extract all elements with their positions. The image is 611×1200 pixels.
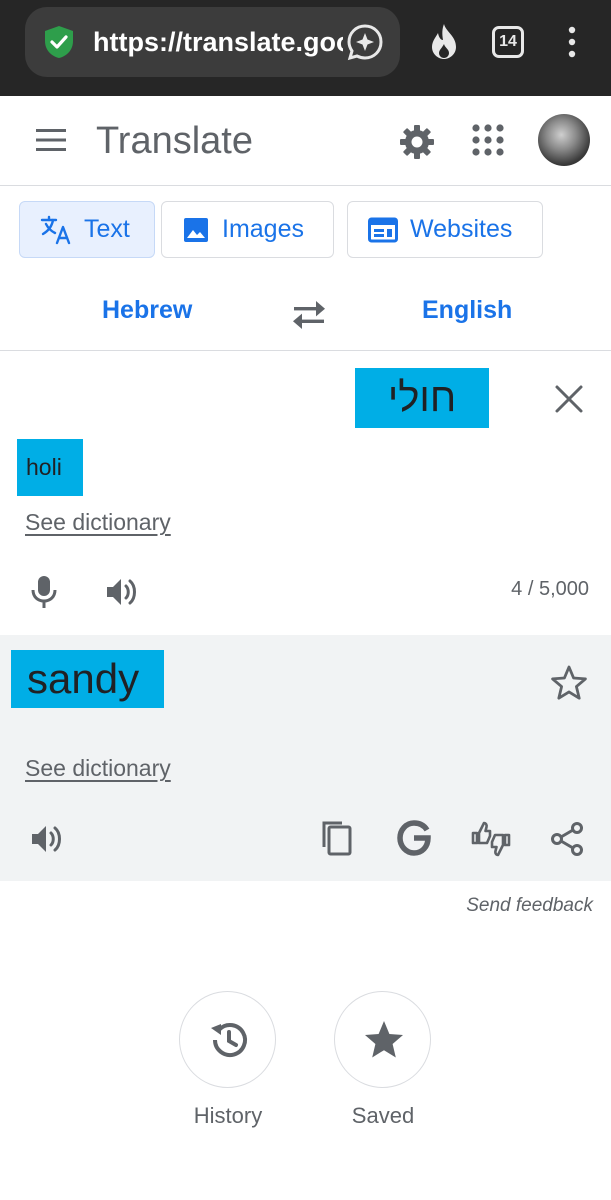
history-icon <box>211 1023 247 1057</box>
copy-icon[interactable] <box>320 819 354 857</box>
microphone-icon[interactable] <box>28 574 60 610</box>
browser-toolbar: https://translate.google.com 14 <box>0 0 611 96</box>
settings-icon[interactable] <box>397 122 437 162</box>
star-icon <box>365 1021 403 1058</box>
close-icon[interactable] <box>553 383 585 415</box>
character-count: 4 / 5,000 <box>511 578 589 600</box>
translate-icon <box>40 215 71 244</box>
address-bar[interactable]: https://translate.google.com <box>25 7 400 77</box>
target-language-button[interactable]: English <box>422 296 512 325</box>
rate-translation-icon[interactable] <box>470 819 512 859</box>
history-label: History <box>193 1103 263 1128</box>
shield-check-icon[interactable] <box>41 24 77 60</box>
star-outline-icon[interactable] <box>550 664 588 702</box>
text-mode-label: Text <box>84 215 130 243</box>
speaker-icon[interactable] <box>103 574 139 610</box>
swap-languages-icon[interactable] <box>290 298 328 332</box>
tab-switcher-button[interactable]: 14 <box>492 26 524 58</box>
share-icon[interactable] <box>550 821 584 857</box>
menu-icon[interactable] <box>34 123 68 157</box>
source-language-button[interactable]: Hebrew <box>102 296 192 325</box>
avatar[interactable] <box>538 114 590 166</box>
send-feedback-link[interactable]: Send feedback <box>466 895 593 917</box>
translation-result-text: sandy <box>11 650 164 708</box>
google-icon[interactable] <box>396 819 432 857</box>
saved-button[interactable] <box>334 991 431 1088</box>
flame-icon[interactable] <box>424 22 464 62</box>
transliteration: holi <box>17 439 83 496</box>
more-vert-icon[interactable] <box>558 22 586 62</box>
speaker-icon[interactable] <box>28 821 64 857</box>
result-see-dictionary-link[interactable]: See dictionary <box>25 755 171 782</box>
lens-icon[interactable] <box>345 22 385 62</box>
source-text-input[interactable]: חולי <box>355 368 489 428</box>
app-title: Translate <box>96 120 253 162</box>
app-header: Translate <box>0 96 611 186</box>
source-see-dictionary-link[interactable]: See dictionary <box>25 509 171 536</box>
apps-icon[interactable] <box>470 122 506 158</box>
image-icon <box>184 217 208 242</box>
images-mode-label: Images <box>222 215 304 243</box>
websites-mode-label: Websites <box>410 215 513 243</box>
websites-mode-button[interactable]: Websites <box>347 201 543 258</box>
divider <box>0 350 611 351</box>
website-icon <box>368 217 398 242</box>
saved-label: Saved <box>351 1103 415 1128</box>
history-button[interactable] <box>179 991 276 1088</box>
url-text[interactable]: https://translate.google.com <box>93 24 343 60</box>
images-mode-button[interactable]: Images <box>161 201 334 258</box>
text-mode-button[interactable]: Text <box>19 201 155 258</box>
translation-result-panel: sandy See dictionary <box>0 635 611 881</box>
